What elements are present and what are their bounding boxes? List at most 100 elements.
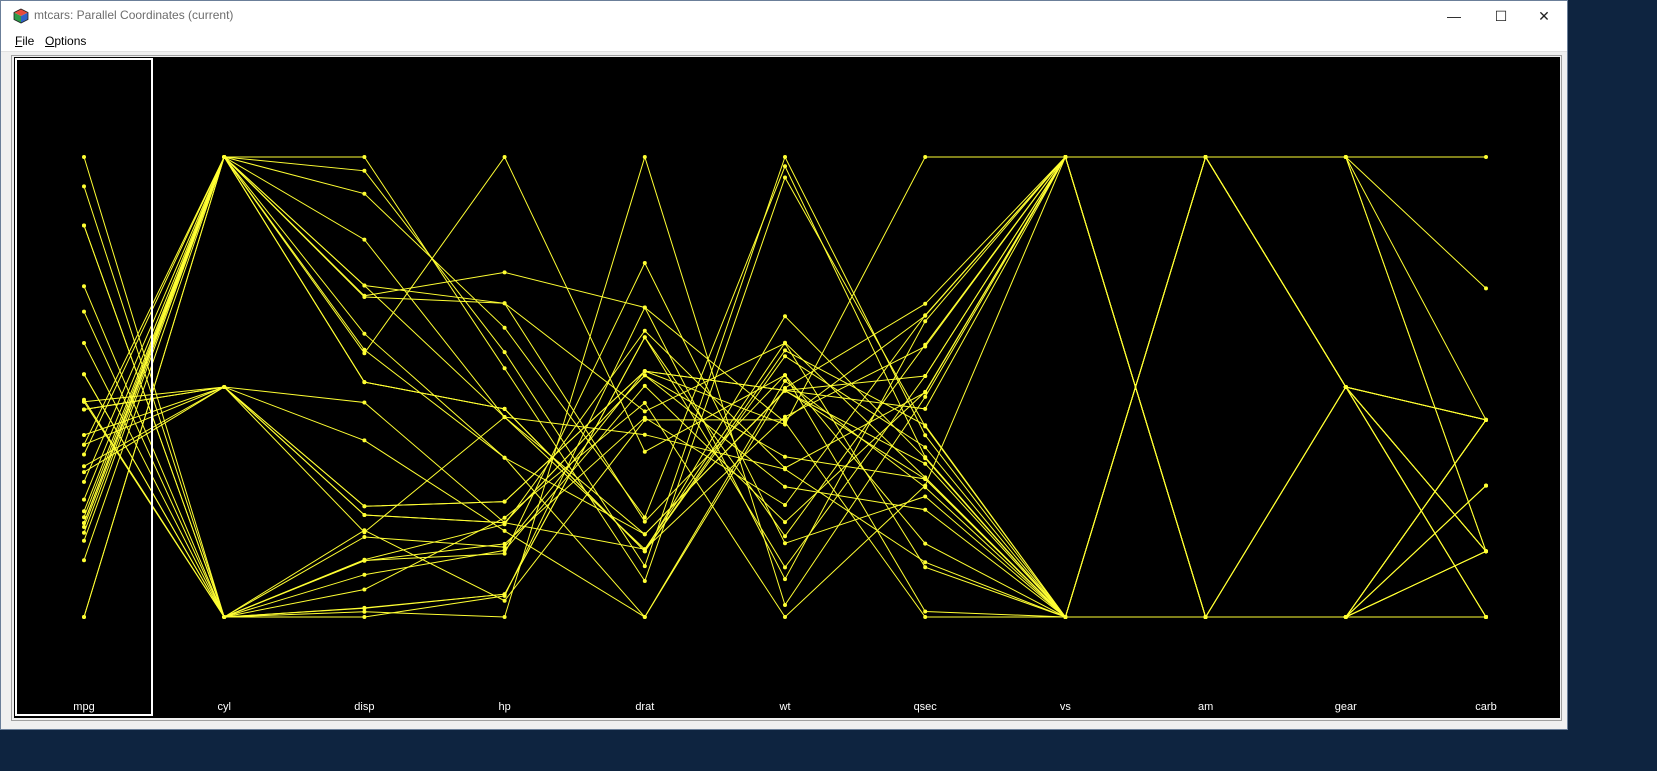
point-disp-4 [362,400,367,405]
point-drat-16 [642,564,647,569]
point-disp-20 [362,615,367,619]
point-hp-6 [502,528,507,533]
point-disp-6 [362,438,367,443]
point-qsec-21 [923,313,928,318]
menu-file-label: ile [22,34,35,48]
point-drat-32 [642,328,647,333]
axis-label-hp[interactable]: hp [498,701,510,713]
minimize-button[interactable]: — [1431,1,1477,31]
point-disp-28 [362,587,367,592]
point-disp-2 [362,513,367,517]
point-am-32 [1203,155,1208,159]
point-hp-19 [502,615,507,619]
close-button[interactable]: ✕ [1521,1,1567,31]
point-mpg-5 [82,452,86,457]
point-hp-30 [502,415,507,420]
point-drat-27 [642,261,647,265]
point-mpg-17 [82,530,86,535]
point-mpg-26 [82,284,86,289]
point-qsec-23 [923,461,928,466]
point-wt-22 [783,378,787,383]
menu-file[interactable]: File [15,34,34,48]
point-disp-15 [362,155,367,159]
point-drat-11 [642,369,647,374]
axis-label-mpg[interactable]: mpg [73,701,94,713]
point-qsec-20 [923,319,928,324]
title-bar[interactable]: mtcars: Parallel Coordinates (current) —… [1,1,1567,31]
axis-label-gear[interactable]: gear [1335,701,1357,713]
point-wt-3 [783,520,787,525]
point-gear-31 [1343,155,1348,159]
point-wt-31 [783,373,787,378]
point-mpg-24 [82,558,86,563]
axis-label-disp[interactable]: disp [354,701,374,713]
point-hp-31 [502,155,507,159]
point-cyl-31 [222,155,227,159]
point-mpg-9 [82,372,86,377]
axis-label-cyl[interactable]: cyl [217,701,230,713]
axis-label-am[interactable]: am [1198,701,1213,713]
point-carb-29 [1484,417,1488,422]
point-qsec-6 [923,301,928,306]
point-hp-27 [502,551,507,556]
point-mpg-27 [82,309,86,314]
parallel-coordinates-svg[interactable]: mpg cyl disp hp drat wt qsec vs am gear carb [14,57,1560,718]
axis-label-carb[interactable]: carb [1475,701,1496,713]
axis-label-drat[interactable]: drat [635,701,654,713]
point-wt-14 [783,348,787,353]
point-mpg-23 [82,521,86,525]
plot-background [14,57,1560,718]
point-cyl-32 [222,615,227,619]
point-mpg-12 [82,497,86,502]
point-wt-26 [783,565,787,570]
point-wt-29 [783,420,787,425]
point-mpg-31 [82,525,86,529]
menu-bar: File Options [1,31,1567,52]
close-icon: ✕ [1538,8,1550,24]
point-disp-11 [362,504,367,509]
point-mpg-11 [82,470,86,475]
maximize-button[interactable]: ☐ [1478,1,1524,31]
point-disp-3 [362,572,367,577]
point-disp-17 [362,191,367,196]
point-qsec-7 [923,541,928,546]
point-wt-32 [783,466,787,470]
point-mpg-18 [82,184,86,189]
point-wt-2 [783,454,787,459]
point-wt-1 [783,484,787,489]
point-mpg-30 [82,433,86,437]
point-qsec-30 [923,560,928,565]
point-mpg-32 [82,399,86,404]
point-qsec-16 [923,433,928,438]
point-disp-32 [362,557,367,562]
minimize-icon: — [1447,8,1461,24]
point-mpg-2 [82,407,86,412]
point-drat-22 [642,615,647,619]
point-drat-29 [642,305,647,310]
point-carb-14 [1484,483,1488,488]
point-hp-32 [502,522,507,527]
point-mpg-20 [82,155,86,159]
point-hp-14 [502,406,507,411]
point-drat-23 [642,532,647,537]
menu-options-mnemonic: O [45,34,55,48]
point-drat-25 [642,547,647,552]
menu-options[interactable]: Options [45,34,86,48]
point-qsec-15 [923,424,928,429]
point-hp-8 [502,598,507,603]
point-qsec-32 [923,390,928,395]
axis-label-qsec[interactable]: qsec [914,701,938,713]
point-wt-23 [783,388,787,393]
axis-label-wt[interactable]: wt [779,701,791,713]
point-qsec-18 [923,342,928,347]
point-wt-21 [783,503,787,507]
point-wt-12 [783,314,787,319]
maximize-icon: ☐ [1494,8,1508,24]
point-qsec-17 [923,455,928,460]
point-wt-27 [783,541,787,546]
point-wt-17 [783,164,787,169]
point-carb-26 [1484,615,1488,619]
axis-label-vs[interactable]: vs [1060,701,1072,713]
point-vs-31 [1063,615,1068,619]
parallel-coordinates-plot[interactable]: mpg cyl disp hp drat wt qsec vs am gear carb [14,57,1560,718]
